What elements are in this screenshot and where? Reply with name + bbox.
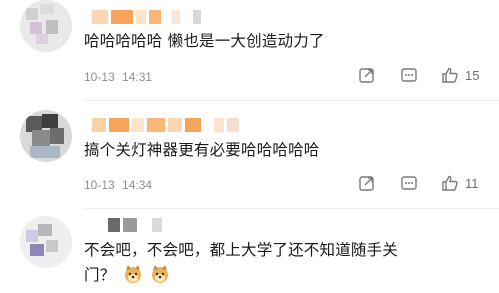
comment-actions: 11 (357, 173, 479, 193)
comment-text-line: 不会吧，不会吧，都上大学了还不知道随手关 (84, 241, 399, 259)
thumbs-up-icon (442, 67, 458, 83)
divider (84, 208, 499, 209)
like-button[interactable]: 15 (441, 66, 479, 84)
comment-actions: 15 (357, 65, 479, 85)
username-blurred[interactable] (108, 218, 162, 232)
username-blurred[interactable] (92, 118, 239, 132)
username-blurred[interactable] (92, 10, 201, 24)
comment-timestamp: 10-13 14:34 (84, 178, 152, 192)
like-count: 15 (465, 67, 480, 83)
avatar[interactable] (20, 110, 72, 162)
comment-timestamp: 10-13 14:31 (84, 70, 152, 84)
like-button[interactable]: 11 (441, 174, 479, 192)
comment-text: 哈哈哈哈哈 懒也是一大创造动力了 (84, 32, 325, 50)
comment-button[interactable] (399, 65, 419, 85)
comment-time: 14:31 (122, 70, 153, 84)
avatar[interactable] (20, 216, 72, 268)
comment-text: 不会吧，不会吧，都上大学了还不知道随手关 门？ (84, 238, 398, 288)
share-button[interactable] (357, 65, 377, 85)
avatar[interactable] (20, 0, 72, 52)
doge-emoji-icon (124, 265, 141, 283)
comment-icon (401, 68, 417, 82)
comment-text-line: 门？ (84, 263, 398, 288)
share-icon (359, 68, 374, 83)
doge-emoji-icon (151, 265, 168, 283)
comment-text-tail: 门？ (84, 266, 116, 284)
share-icon (359, 176, 374, 191)
comment-date: 10-13 (84, 70, 115, 84)
share-button[interactable] (357, 173, 377, 193)
comment-time: 14:34 (122, 178, 153, 192)
comment-button[interactable] (399, 173, 419, 193)
thumbs-up-icon (442, 175, 458, 191)
divider (84, 100, 499, 101)
comment-date: 10-13 (84, 178, 115, 192)
comment-icon (401, 176, 417, 190)
like-count: 11 (465, 175, 479, 191)
comment-text: 搞个关灯神器更有必要哈哈哈哈哈 (84, 141, 320, 159)
